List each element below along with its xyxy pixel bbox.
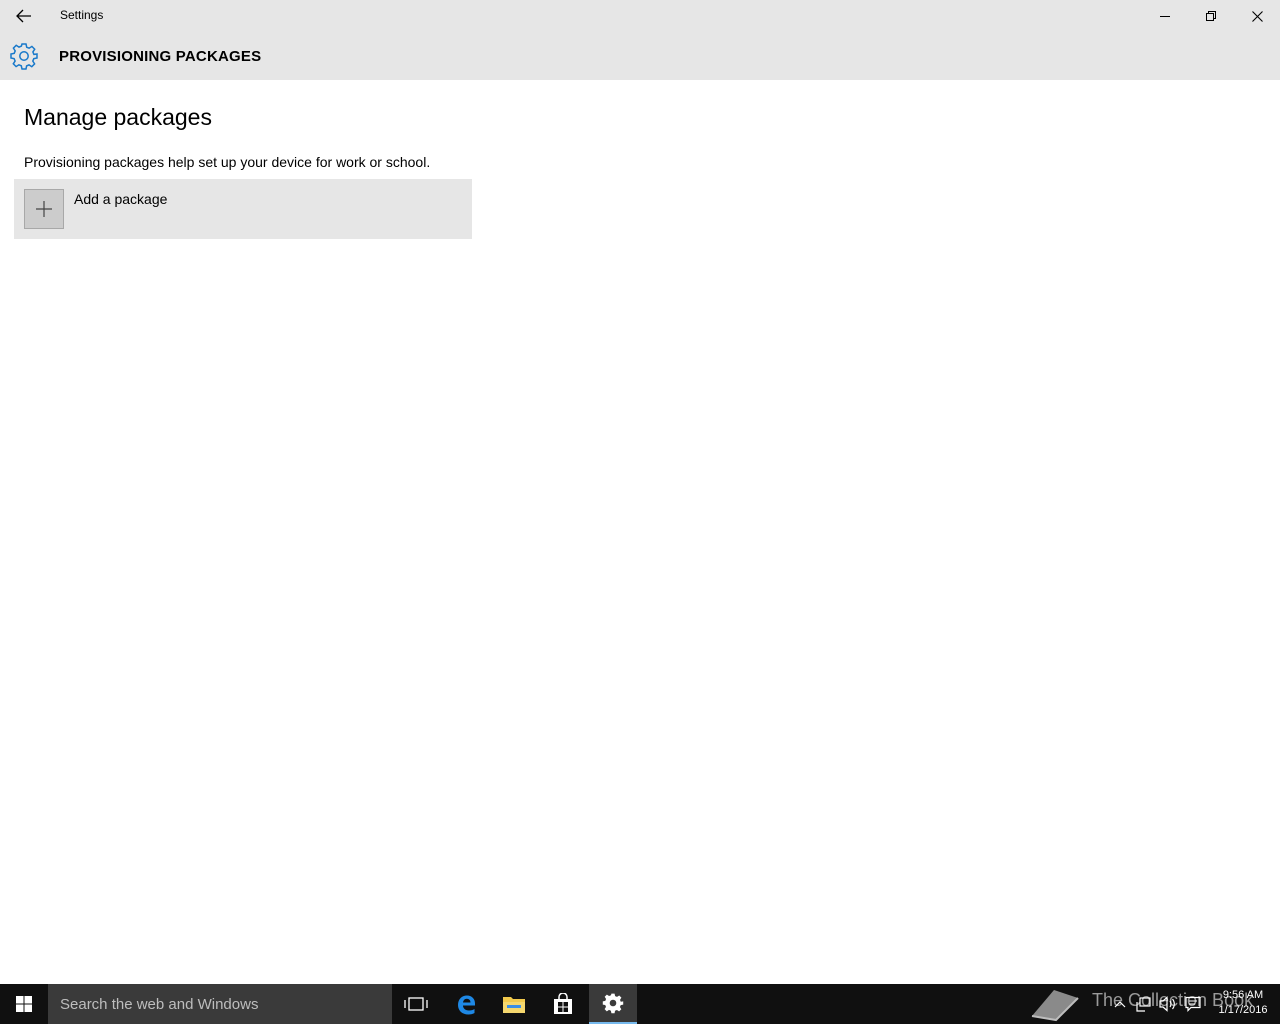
main-content: Manage packages Provisioning packages he… xyxy=(0,80,1280,984)
store-button[interactable] xyxy=(539,984,587,1024)
restore-button[interactable] xyxy=(1188,0,1234,32)
section-title: Manage packages xyxy=(24,104,212,130)
book-logo-icon xyxy=(1031,990,1079,1022)
search-placeholder: Search the web and Windows xyxy=(60,996,259,1013)
start-button[interactable] xyxy=(0,984,48,1024)
file-explorer-button[interactable] xyxy=(490,984,538,1024)
notifications-icon xyxy=(1185,996,1201,1012)
back-arrow-icon xyxy=(16,9,31,23)
back-button[interactable] xyxy=(8,4,40,28)
task-view-icon xyxy=(404,997,428,1011)
task-view-button[interactable] xyxy=(392,984,440,1024)
edge-button[interactable] xyxy=(442,984,490,1024)
edge-icon xyxy=(458,995,475,1015)
section-description: Provisioning packages help set up your d… xyxy=(24,154,431,170)
chevron-up-icon xyxy=(1114,1001,1126,1008)
network-icon xyxy=(1136,997,1151,1012)
taskbar: Search the web and Windows The Collectio… xyxy=(0,984,1280,1024)
gear-icon xyxy=(10,43,38,70)
taskbar-clock[interactable]: 9:56 AM 1/17/2016 xyxy=(1212,988,1274,1018)
clock-time: 9:56 AM xyxy=(1222,989,1264,1001)
store-icon xyxy=(554,993,572,1014)
clock-date: 1/17/2016 xyxy=(1218,1004,1268,1016)
volume-icon xyxy=(1159,996,1175,1012)
add-icon-box xyxy=(24,189,64,229)
restore-icon xyxy=(1206,11,1216,21)
file-explorer-icon xyxy=(503,997,525,1013)
add-package-button[interactable]: Add a package xyxy=(14,179,472,239)
add-package-label: Add a package xyxy=(74,191,168,207)
minimize-icon xyxy=(1160,16,1170,17)
title-bar: Settings xyxy=(0,0,1280,32)
close-icon xyxy=(1251,10,1263,22)
page-header: PROVISIONING PACKAGES xyxy=(0,32,1280,80)
close-button[interactable] xyxy=(1234,0,1280,32)
page-title: PROVISIONING PACKAGES xyxy=(59,48,262,65)
plus-icon xyxy=(36,201,52,217)
network-button[interactable] xyxy=(1134,994,1154,1014)
settings-taskbar-button[interactable] xyxy=(589,984,637,1024)
action-center-button[interactable] xyxy=(1183,994,1203,1014)
volume-button[interactable] xyxy=(1158,994,1178,1014)
settings-icon xyxy=(602,993,624,1014)
search-input[interactable]: Search the web and Windows xyxy=(48,984,392,1024)
show-hidden-icons-button[interactable] xyxy=(1110,994,1130,1014)
minimize-button[interactable] xyxy=(1142,0,1188,32)
window-title: Settings xyxy=(60,8,104,22)
windows-logo-icon xyxy=(16,996,32,1012)
